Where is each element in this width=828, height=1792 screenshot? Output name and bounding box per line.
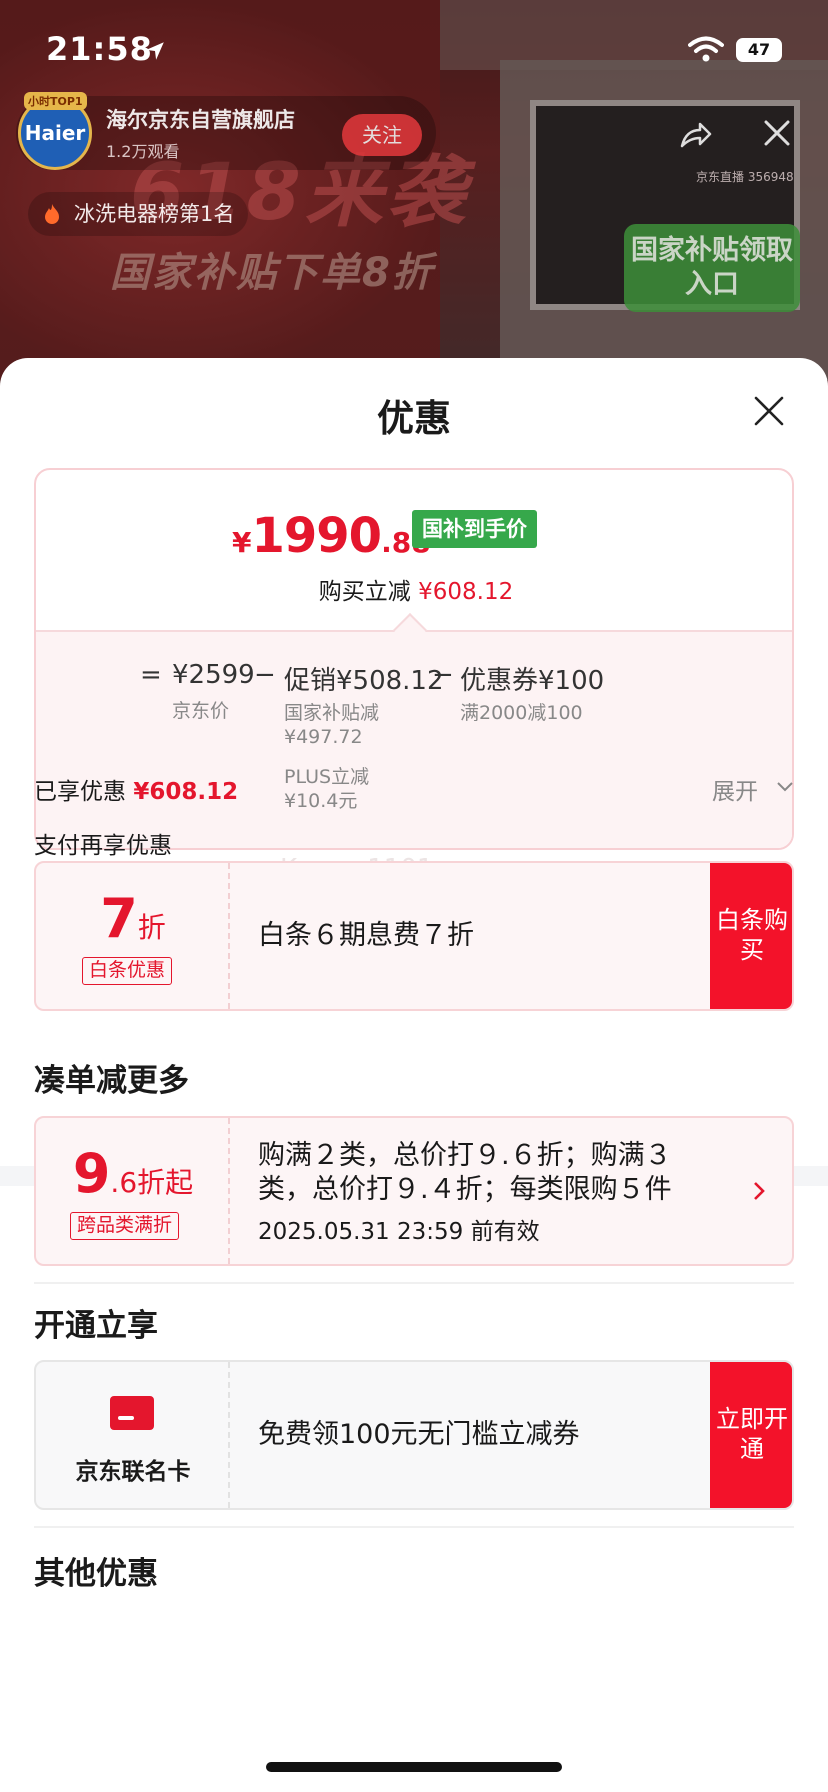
card-name: 京东联名卡 xyxy=(75,1459,191,1485)
plus-discount-value: ¥10.4元 xyxy=(284,790,358,812)
jd-price-value: ¥2599 xyxy=(172,660,255,690)
discount-sheet: 优惠 ¥1990.88 国补到手价 购买立减 ¥608.12 = ¥2599 京… xyxy=(0,358,828,1792)
gov-subsidy-label: 国家补贴减 xyxy=(284,702,380,724)
enjoyed-discount: 已享优惠 ¥608.12 xyxy=(34,772,238,806)
coupon-rule: 满2000减100 xyxy=(460,702,583,724)
coupon-left: 7折 白条优惠 xyxy=(36,863,230,1009)
instant-discount-line: 购买立减 ¥608.12 xyxy=(36,572,792,606)
open-card-button[interactable]: 立即开通 xyxy=(710,1362,792,1508)
coupon-expiry: 2025.05.31 23:59 前有效 xyxy=(258,1219,540,1245)
coupon-discount: 9.6折起 xyxy=(36,1142,230,1205)
enjoyed-value: ¥608.12 xyxy=(133,779,239,805)
card-offer-description: 免费领100元无门槛立减券 xyxy=(258,1419,580,1450)
coupon-unit: 折 xyxy=(137,911,166,944)
coupon-left: 京东联名卡 xyxy=(36,1362,230,1508)
credit-card-icon xyxy=(110,1396,154,1430)
baitiao-buy-button[interactable]: 白条购买 xyxy=(710,863,792,1009)
payment-section-title: 支付再享优惠 xyxy=(34,833,172,859)
enjoyed-label: 已享优惠 xyxy=(34,779,126,805)
coupon-unit: .6折起 xyxy=(110,1166,194,1199)
final-price: ¥1990.88 xyxy=(232,508,431,564)
gov-subsidy-value: ¥497.72 xyxy=(284,726,363,748)
equals-sign: = xyxy=(140,660,162,690)
instant-discount-value: ¥608.12 xyxy=(418,579,514,605)
cobrand-card-coupon[interactable]: 京东联名卡 免费领100元无门槛立减券 立即开通 xyxy=(34,1360,794,1510)
bundle-coupon[interactable]: 9.6折起 跨品类满折 购满２类，总价打９.６折；购满３ 类，总价打９.４折；每… xyxy=(34,1116,794,1266)
expand-button[interactable]: 展开 xyxy=(712,772,758,806)
home-indicator[interactable] xyxy=(266,1762,562,1772)
wifi-icon xyxy=(688,36,724,62)
status-time: 21:58 xyxy=(46,30,153,68)
close-live-icon[interactable] xyxy=(760,116,794,150)
chevron-down-icon[interactable] xyxy=(776,780,794,794)
chevron-right-icon[interactable] xyxy=(752,1180,766,1202)
viewer-count: 1.2万观看 xyxy=(106,142,180,161)
live-room-id: 京东直播 356948 xyxy=(696,170,794,184)
price-integer: 1990 xyxy=(251,508,382,564)
minus-sign: − xyxy=(432,660,454,690)
coupon-tag: 白条优惠 xyxy=(82,957,173,985)
coupon-number: 7 xyxy=(100,887,138,950)
fire-icon xyxy=(45,204,59,224)
baitiao-coupon[interactable]: 7折 白条优惠 白条６期息费７折 白条购买 xyxy=(34,861,794,1011)
promo-value: 促销¥508.12 xyxy=(284,666,444,696)
divider xyxy=(34,1526,794,1528)
sheet-title: 优惠 xyxy=(377,397,451,440)
share-icon[interactable] xyxy=(678,116,714,152)
other-section-title: 其他优惠 xyxy=(34,1556,158,1592)
shop-name[interactable]: 海尔京东自营旗舰店 xyxy=(106,104,295,134)
divider xyxy=(34,1282,794,1284)
location-arrow-icon xyxy=(146,42,164,60)
coupon-rule-line-1: 购满２类，总价打９.６折；购满３ xyxy=(258,1140,672,1171)
subsidy-price-tag: 国补到手价 xyxy=(412,510,537,548)
coupon-tag: 跨品类满折 xyxy=(70,1212,180,1240)
coupon-value: 优惠券¥100 xyxy=(460,666,605,696)
coupon-discount: 7折 xyxy=(36,887,230,950)
battery-indicator: 47 xyxy=(736,38,782,62)
close-icon[interactable] xyxy=(752,394,786,428)
minus-sign: − xyxy=(254,660,276,690)
plus-discount-label: PLUS立减 xyxy=(284,766,370,788)
bundle-section-title: 凑单减更多 xyxy=(34,1063,189,1099)
follow-button[interactable]: 关注 xyxy=(342,114,422,156)
coupon-description: 白条６期息费７折 xyxy=(258,920,474,951)
price-symbol: ¥ xyxy=(232,526,252,559)
coupon-left: 9.6折起 跨品类满折 xyxy=(36,1118,230,1264)
coupon-rule-line-2: 类，总价打９.４折；每类限购５件 xyxy=(258,1174,672,1205)
shop-rank-badge: 小时TOP1 xyxy=(24,92,87,110)
coupon-number: 9 xyxy=(72,1142,111,1205)
subsidy-entry-button[interactable]: 国家补贴领取入口 xyxy=(624,224,800,312)
jd-price-label: 京东价 xyxy=(172,700,230,722)
member-section-title: 开通立享 xyxy=(34,1308,158,1344)
instant-discount-label: 购买立减 xyxy=(318,579,411,605)
